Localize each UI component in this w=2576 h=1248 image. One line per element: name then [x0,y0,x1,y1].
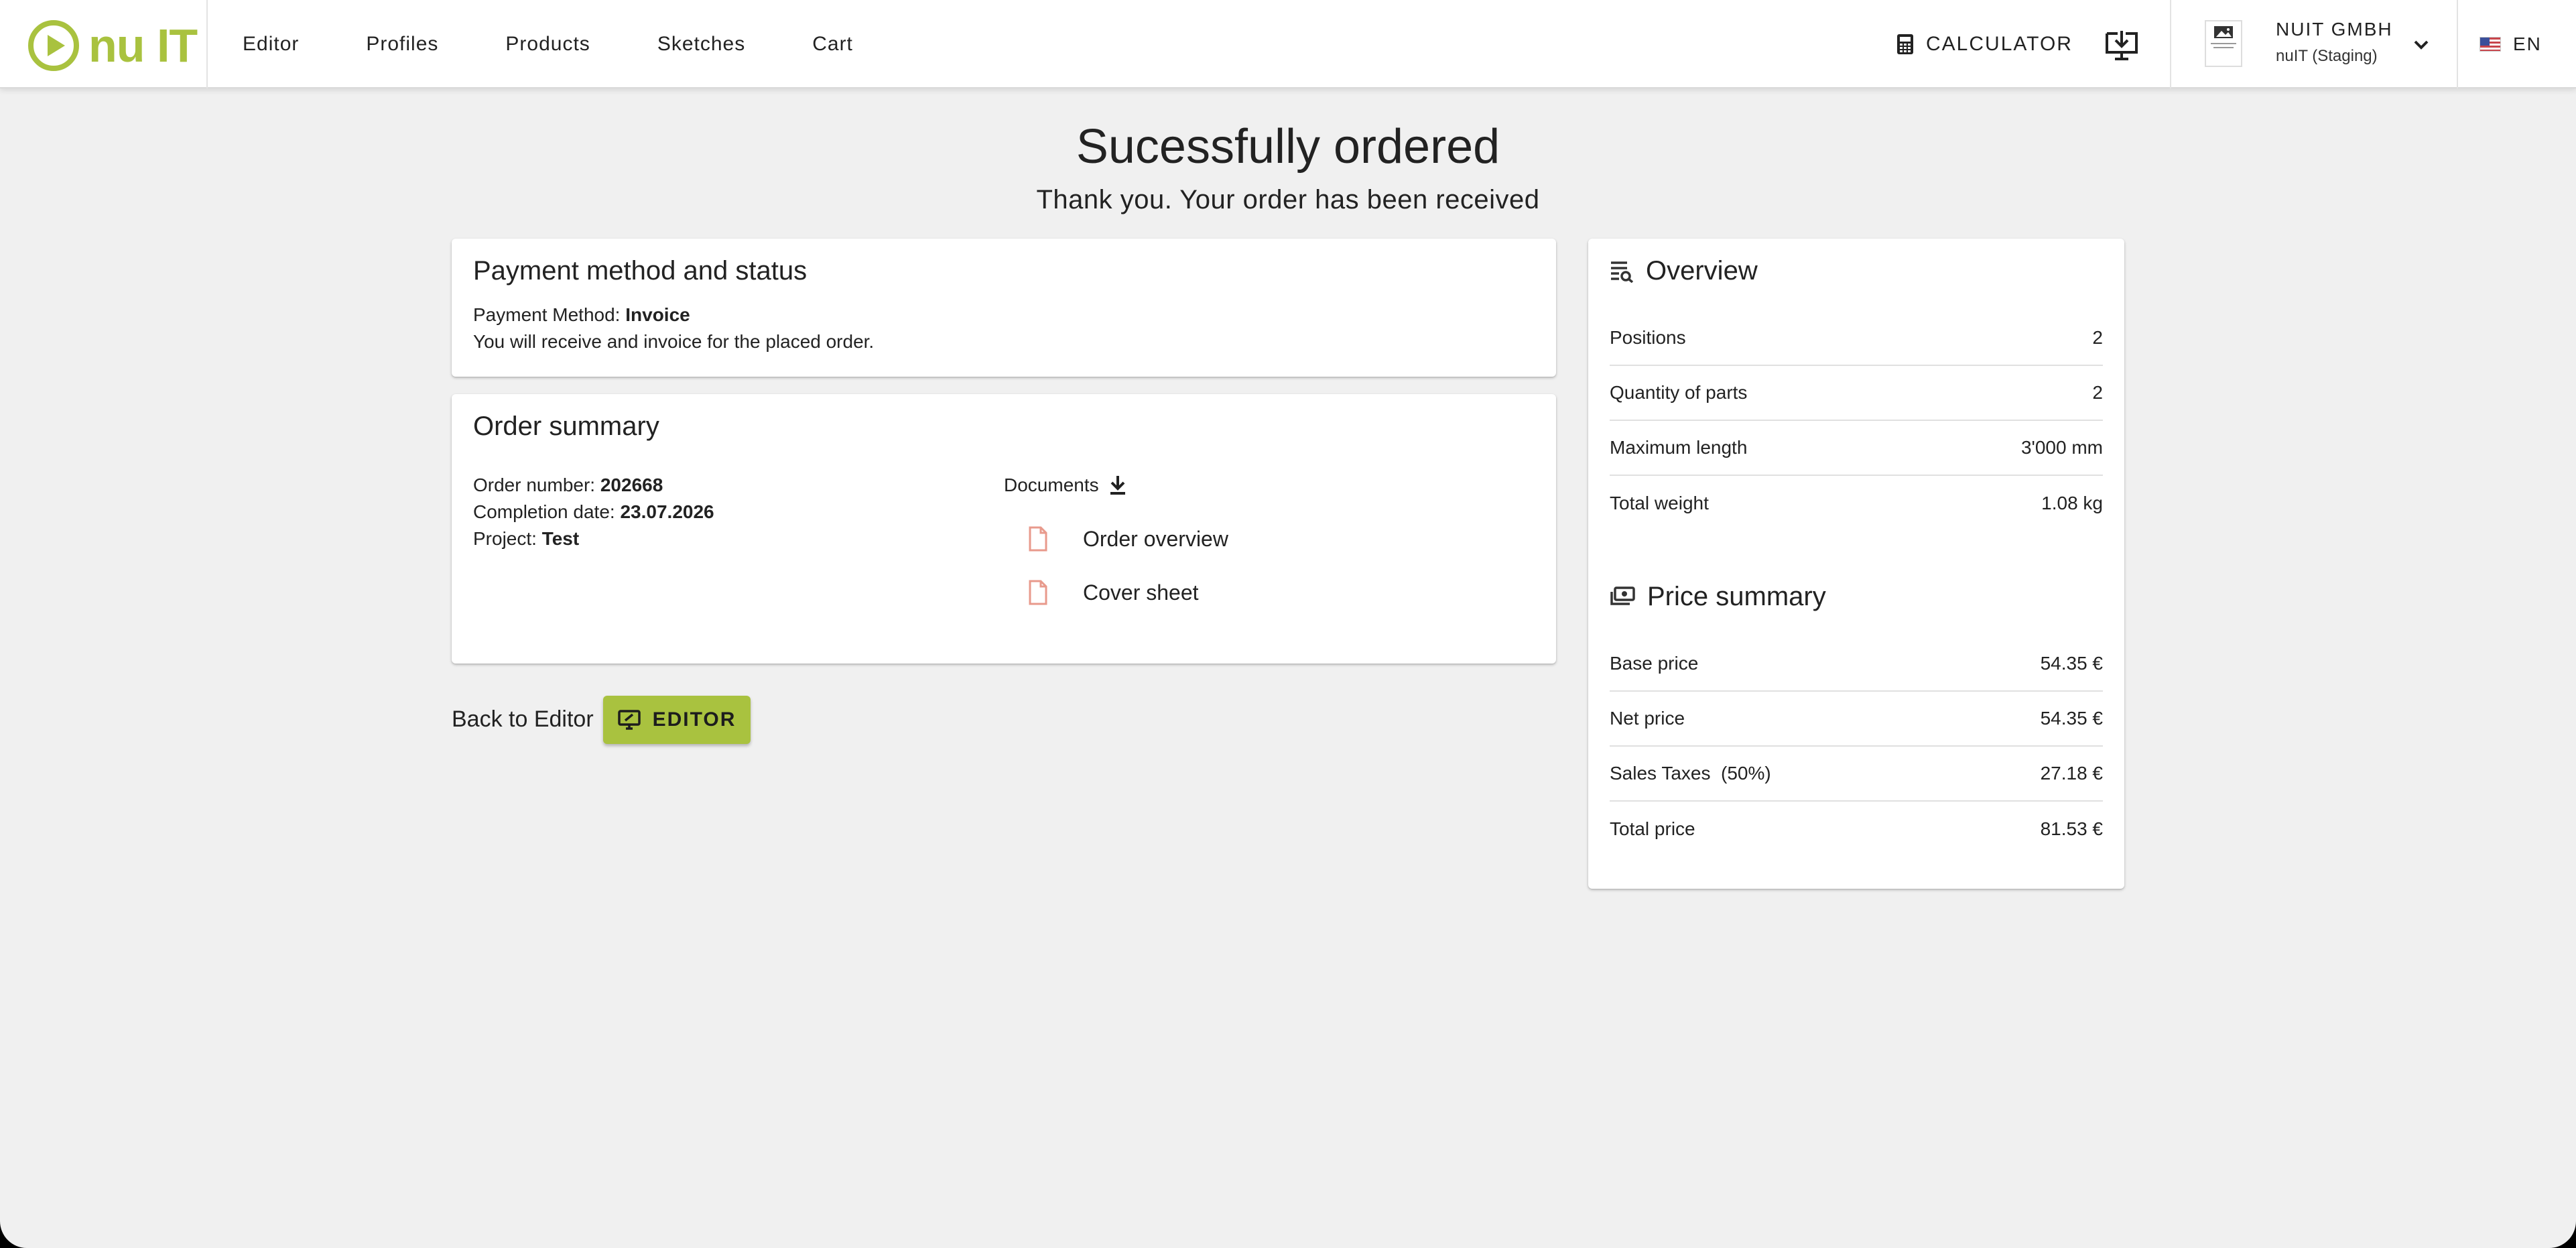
company-name: NUIT GMBH [2276,19,2393,40]
us-flag-icon [2480,37,2501,52]
nav-products[interactable]: Products [505,33,590,56]
back-to-editor-label: Back to Editor [452,706,594,732]
app-window: nu IT Editor Profiles Products Sketches … [0,0,2576,1248]
document-icon [1029,526,1047,552]
logo-text: nu IT [88,19,198,72]
company-selector[interactable]: NUIT GMBH nuIT (Staging) [2170,0,2458,88]
overview-row-quantity: Quantity of parts 2 [1610,366,2103,421]
overview-card: Overview Positions 2 Quantity of parts 2… [1588,239,2124,889]
placeholder-line [2213,47,2234,48]
language-label: EN [2513,34,2542,54]
page-title: Sucessfully ordered [1076,120,1500,174]
company-environment: nuIT (Staging) [2276,47,2378,65]
company-image-placeholder [2205,20,2242,67]
project-value: Test [541,528,580,549]
price-row-net: Net price 54.35 € [1610,692,2103,747]
price-row-total: Total price 81.53 € [1610,818,2103,839]
page-subtitle: Thank you. Your order has been received [1036,185,1540,214]
money-icon [1610,586,1635,605]
download-icon[interactable] [2103,27,2140,64]
overview-row-weight: Total weight 1.08 kg [1610,493,2103,513]
nav-profiles[interactable]: Profiles [366,33,438,56]
language-selector[interactable]: EN [2480,31,2542,58]
overview-header: Overview [1610,256,1758,286]
overview-row-positions: Positions 2 [1610,311,2103,366]
document-label: Order overview [1083,526,1228,551]
order-summary-card: Order summary Order number: 202668 Compl… [452,394,1556,664]
payment-card: Payment method and status Payment Method… [452,239,1556,377]
calculator-label: CALCULATOR [1926,33,2073,55]
nav-editor[interactable]: Editor [243,33,299,56]
chevron-down-icon [2414,40,2429,50]
document-label: Cover sheet [1083,580,1199,605]
monitor-edit-icon [617,710,641,730]
completion-date-value: 23.07.2026 [620,501,714,522]
order-summary-title: Order summary [473,412,659,441]
download-documents-icon[interactable] [1108,475,1127,496]
price-row-base: Base price 54.35 € [1610,637,2103,692]
editor-button-label: EDITOR [652,708,736,731]
calculator-button[interactable]: CALCULATOR [1896,27,2073,62]
documents-header: Documents [1004,475,1127,496]
payment-method: Payment Method: Invoice [473,304,690,325]
editor-button[interactable]: EDITOR [603,696,751,744]
order-number: Order number: 202668 [473,475,663,495]
top-navigation-bar: nu IT Editor Profiles Products Sketches … [0,0,2576,88]
order-number-value: 202668 [600,475,663,495]
calculator-icon [1897,34,1913,54]
document-order-overview[interactable]: Order overview [1028,524,1228,554]
overview-row-max-length: Maximum length 3'000 mm [1610,421,2103,476]
placeholder-line [2211,43,2236,44]
completion-date: Completion date: 23.07.2026 [473,501,714,522]
document-icon [1029,580,1047,605]
logo[interactable]: nu IT [0,0,208,88]
play-logo-icon [28,20,79,71]
document-cover-sheet[interactable]: Cover sheet [1028,578,1199,607]
payment-card-title: Payment method and status [473,256,808,286]
project: Project: Test [473,528,580,549]
list-search-icon [1611,261,1634,283]
main-nav: Editor Profiles Products Sketches Cart [208,0,887,88]
price-summary-header: Price summary [1610,582,1826,612]
image-icon [2214,26,2233,38]
payment-method-value: Invoice [625,304,690,325]
price-row-tax: Sales Taxes (50%) 27.18 € [1610,747,2103,802]
payment-note: You will receive and invoice for the pla… [473,331,875,352]
nav-cart[interactable]: Cart [812,33,853,56]
nav-sketches[interactable]: Sketches [657,33,745,56]
overview-title: Overview [1646,256,1758,286]
price-summary-title: Price summary [1647,582,1826,611]
